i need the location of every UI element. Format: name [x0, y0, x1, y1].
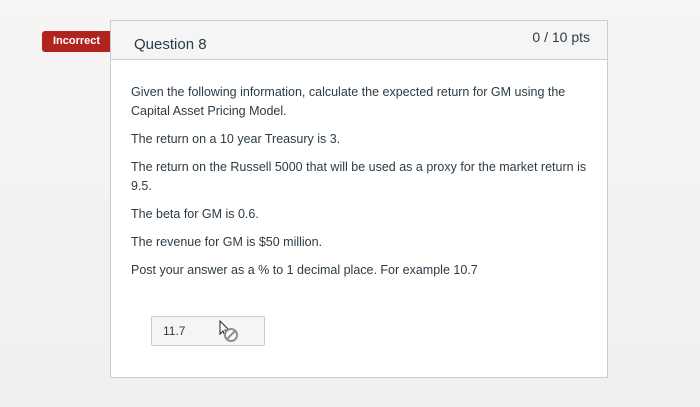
question-paragraph: Post your answer as a % to 1 decimal pla…	[131, 263, 478, 277]
question-title: Question 8	[134, 36, 207, 53]
answer-value: 11.7	[163, 324, 186, 338]
question-text: Given the following information, calcula…	[131, 83, 601, 289]
question-card: Question 8 0 / 10 pts Given the followin…	[110, 20, 608, 378]
question-paragraph: Given the following information, calcula…	[131, 85, 566, 118]
question-points: 0 / 10 pts	[532, 29, 590, 45]
answer-input[interactable]: 11.7	[151, 316, 265, 346]
quiz-results-page: Incorrect Question 8 0 / 10 pts Given th…	[0, 0, 700, 407]
not-allowed-cursor-icon	[219, 320, 238, 342]
question-header: Question 8 0 / 10 pts	[111, 21, 607, 60]
question-paragraph: The return on a 10 year Treasury is 3.	[131, 132, 341, 146]
question-paragraph: The beta for GM is 0.6.	[131, 207, 259, 221]
question-paragraph: The revenue for GM is $50 million.	[131, 235, 323, 249]
question-paragraph: The return on the Russell 5000 that will…	[131, 160, 587, 193]
incorrect-badge-label: Incorrect	[42, 31, 112, 52]
